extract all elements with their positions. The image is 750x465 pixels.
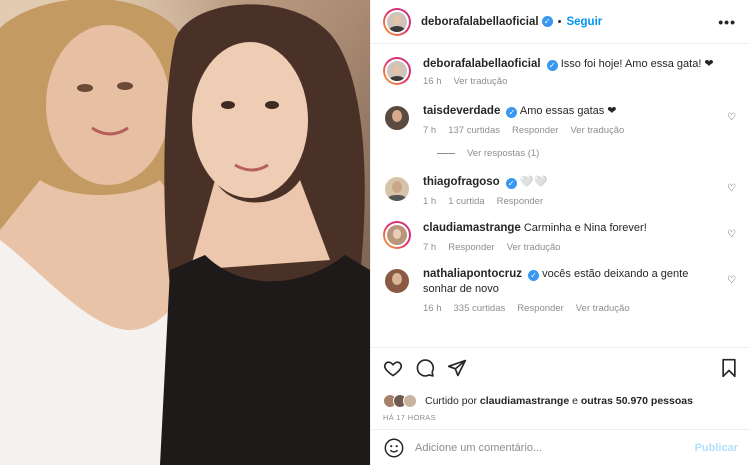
likes-summary: Curtido por claudiamastrange e outras 50… — [383, 394, 738, 408]
likes-prefix: Curtido por — [425, 395, 477, 407]
like-comment-heart-icon[interactable]: ♡ — [727, 275, 736, 286]
comment-username[interactable]: nathaliapontocruz — [423, 268, 522, 280]
reply-button[interactable]: Responder — [517, 303, 563, 314]
reply-button[interactable]: Responder — [448, 242, 494, 253]
comment-time[interactable]: 7 h — [423, 242, 436, 253]
publish-button[interactable]: Publicar — [695, 442, 738, 454]
post-actions: Curtido por claudiamastrange e outras 50… — [371, 347, 750, 422]
comment-likes[interactable]: 335 curtidas — [454, 303, 506, 314]
like-comment-heart-icon[interactable]: ♡ — [727, 229, 736, 240]
likes-others-link[interactable]: outras 50.970 pessoas — [581, 395, 693, 407]
likes-user-link[interactable]: claudiamastrange — [480, 395, 569, 407]
likes-mid: e — [572, 395, 578, 407]
comment-text: Carminha e Nina forever! — [523, 222, 647, 234]
verified-badge-icon: ✓ — [541, 16, 553, 27]
more-options-icon[interactable]: ••• — [718, 14, 736, 30]
comment-bubble-icon[interactable] — [415, 358, 435, 378]
comment-item: nathaliapontocruz ✓ vocês estão deixando… — [383, 267, 736, 314]
replies-line-divider — [437, 153, 455, 154]
comment-item: claudiamastrange Carminha e Nina forever… — [383, 221, 736, 253]
caption-username[interactable]: deborafalabellaoficial — [423, 58, 541, 70]
comment-time[interactable]: 7 h — [423, 125, 436, 136]
caption-time[interactable]: 16 h — [423, 76, 442, 87]
comment-item: thiagofragoso ✓ 🤍🤍 1 h 1 curtida Respond… — [383, 175, 736, 207]
selfie-illustration — [0, 0, 370, 465]
commenter-avatar[interactable] — [383, 104, 411, 132]
caption-avatar[interactable] — [383, 57, 411, 85]
translate-link[interactable]: Ver tradução — [570, 125, 624, 136]
caption-translate-link[interactable]: Ver tradução — [454, 76, 508, 87]
translate-link[interactable]: Ver tradução — [576, 303, 630, 314]
verified-badge-icon: ✓ — [528, 270, 540, 281]
post-timestamp[interactable]: HÁ 17 HORAS — [383, 413, 738, 422]
translate-link[interactable]: Ver tradução — [507, 242, 561, 253]
verified-badge-icon: ✓ — [505, 178, 517, 189]
comment-composer: Publicar — [371, 429, 750, 465]
caption-item: deborafalabellaoficial ✓ Isso foi hoje! … — [383, 57, 736, 87]
comment-likes[interactable]: 137 curtidas — [448, 125, 500, 136]
commenter-avatar[interactable] — [383, 175, 411, 203]
comment-likes[interactable]: 1 curtida — [448, 196, 484, 207]
comment-input[interactable] — [415, 441, 695, 454]
emoji-picker-icon[interactable] — [383, 437, 405, 459]
verified-badge-icon: ✓ — [546, 60, 558, 71]
comment-username[interactable]: claudiamastrange — [423, 222, 521, 234]
like-heart-icon[interactable] — [383, 358, 403, 378]
bookmark-save-icon[interactable] — [720, 358, 738, 378]
author-info: deborafalabellaoficial ✓ • Seguir — [421, 16, 602, 28]
view-replies-button[interactable]: Ver respostas (1) — [437, 148, 736, 159]
post-header: deborafalabellaoficial ✓ • Seguir ••• — [371, 0, 750, 44]
verified-badge-icon: ✓ — [506, 107, 518, 118]
like-comment-heart-icon[interactable]: ♡ — [727, 112, 736, 123]
follow-button[interactable]: Seguir — [566, 16, 602, 28]
author-avatar[interactable] — [383, 7, 411, 36]
comment-text: Amo essas gatas ❤ — [519, 105, 617, 117]
comment-time[interactable]: 16 h — [423, 303, 442, 314]
view-replies-label[interactable]: Ver respostas (1) — [467, 148, 539, 159]
post-modal: deborafalabellaoficial ✓ • Seguir ••• de… — [0, 0, 750, 465]
liker-avatar — [403, 394, 417, 408]
comment-username[interactable]: taisdeverdade — [423, 105, 500, 117]
caption-text: Isso foi hoje! Amo essa gata! ❤ — [560, 58, 714, 70]
post-details-panel: deborafalabellaoficial ✓ • Seguir ••• de… — [370, 0, 750, 465]
comment-item: taisdeverdade ✓ Amo essas gatas ❤ 7 h 13… — [383, 104, 736, 136]
action-icons-row — [383, 356, 738, 380]
reply-button[interactable]: Responder — [512, 125, 558, 136]
post-photo[interactable] — [0, 0, 370, 465]
commenter-avatar[interactable] — [383, 267, 411, 295]
comments-list: deborafalabellaoficial ✓ Isso foi hoje! … — [371, 45, 750, 345]
comment-username[interactable]: thiagofragoso — [423, 176, 500, 188]
separator-dot: • — [557, 15, 562, 28]
comment-text: 🤍🤍 — [519, 176, 548, 188]
author-username[interactable]: deborafalabellaoficial — [421, 16, 539, 28]
liked-by-avatars — [383, 394, 417, 408]
like-comment-heart-icon[interactable]: ♡ — [727, 183, 736, 194]
share-send-icon[interactable] — [447, 358, 467, 378]
reply-button[interactable]: Responder — [497, 196, 543, 207]
comment-time[interactable]: 1 h — [423, 196, 436, 207]
commenter-avatar[interactable] — [383, 221, 411, 249]
